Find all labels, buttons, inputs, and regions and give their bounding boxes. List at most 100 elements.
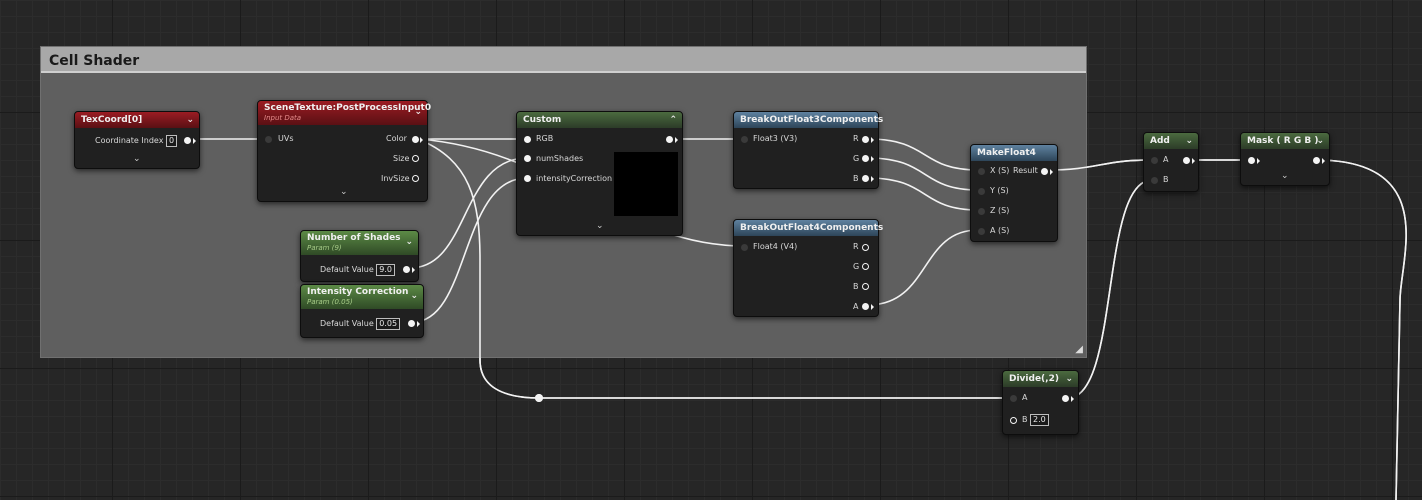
x-pin[interactable]	[978, 168, 985, 175]
y-pin[interactable]	[978, 188, 985, 195]
node-title: SceneTexture:PostProcessInput0	[264, 103, 432, 113]
output-pin[interactable]	[1062, 395, 1069, 402]
b-row: B 2.0	[1022, 414, 1049, 426]
node-add-header: Add ⌄	[1144, 133, 1198, 149]
a-pin[interactable]	[978, 228, 985, 235]
node-title: Add	[1150, 136, 1170, 146]
intensity-pin[interactable]	[524, 175, 531, 182]
r-label: R	[853, 242, 859, 251]
node-title: BreakOutFloat4Components	[740, 223, 884, 233]
pin-arrow-icon	[420, 137, 423, 143]
node-add[interactable]: Add ⌄ A B	[1143, 132, 1199, 192]
uvs-label: UVs	[278, 134, 294, 143]
comment-title[interactable]: Cell Shader	[41, 47, 1086, 73]
float3-pin[interactable]	[741, 136, 748, 143]
default-value-row: Default Value 9.0	[320, 264, 396, 276]
b-pin[interactable]	[1151, 177, 1158, 184]
chevron-up-icon[interactable]: ⌃	[669, 112, 677, 129]
color-pin[interactable]	[412, 136, 419, 143]
numshades-pin[interactable]	[524, 155, 531, 162]
node-make-float4[interactable]: MakeFloat4 X (S) Result Y (S) Z (S) A (S…	[970, 144, 1058, 242]
node-mask[interactable]: Mask ( R G B ) ⌄ ⌄	[1240, 132, 1330, 186]
g-label: G	[853, 262, 860, 271]
pin-arrow-icon	[871, 156, 874, 162]
uvs-pin[interactable]	[265, 136, 272, 143]
preview-thumbnail	[614, 152, 678, 216]
r-label: R	[853, 134, 859, 143]
g-pin[interactable]	[862, 263, 869, 270]
output-pin[interactable]	[408, 320, 415, 327]
b-label: B	[853, 174, 859, 183]
node-title: BreakOutFloat3Components	[740, 115, 884, 125]
coord-index-field[interactable]: 0	[165, 135, 178, 147]
chevron-down-icon[interactable]: ⌄	[410, 289, 418, 303]
default-value-row: Default Value 0.05	[320, 318, 401, 330]
pin-arrow-icon	[412, 267, 415, 273]
b-label: B	[1022, 415, 1028, 424]
r-pin[interactable]	[862, 136, 869, 143]
node-scene-texture[interactable]: SceneTexture:PostProcessInput0 Input Dat…	[257, 100, 432, 202]
z-label: Z (S)	[990, 206, 1010, 215]
pin-arrow-icon	[1050, 169, 1053, 175]
chevron-down-icon[interactable]: ⌄	[186, 112, 194, 129]
result-label: Result	[1013, 166, 1038, 175]
output-pin[interactable]	[184, 137, 191, 144]
chevron-down-icon[interactable]: ⌄	[340, 187, 348, 197]
output-pin[interactable]	[1183, 157, 1190, 164]
chevron-down-icon[interactable]: ⌄	[1065, 371, 1073, 388]
node-intensity-correction[interactable]: Intensity Correction Param (0.05) ⌄ Defa…	[300, 284, 424, 338]
chevron-down-icon[interactable]: ⌄	[596, 221, 604, 231]
g-pin[interactable]	[862, 155, 869, 162]
output-pin[interactable]	[403, 266, 410, 273]
a-pin[interactable]	[1010, 395, 1017, 402]
a-pin[interactable]	[862, 303, 869, 310]
input-pin[interactable]	[1248, 157, 1255, 164]
numshades-label: numShades	[536, 154, 584, 163]
b-pin[interactable]	[862, 283, 869, 290]
node-title: Mask ( R G B )	[1247, 136, 1319, 146]
chevron-down-icon[interactable]: ⌄	[1316, 133, 1324, 150]
float4-label: Float4 (V4)	[753, 242, 798, 251]
b-pin[interactable]	[862, 175, 869, 182]
chevron-down-icon[interactable]: ⌄	[1185, 133, 1193, 150]
g-label: G	[853, 154, 860, 163]
chevron-down-icon[interactable]: ⌄	[133, 154, 141, 164]
chevron-down-icon[interactable]: ⌄	[405, 235, 413, 249]
pin-arrow-icon	[1071, 396, 1074, 402]
pin-arrow-icon	[193, 138, 196, 144]
color-label: Color	[386, 134, 407, 143]
chevron-down-icon[interactable]: ⌄	[1281, 171, 1289, 181]
coord-index-label: Coordinate Index	[95, 136, 164, 145]
z-pin[interactable]	[978, 208, 985, 215]
node-custom[interactable]: Custom ⌃ RGB numShades intensityCorrecti…	[516, 111, 683, 236]
wire-mask-output	[1315, 159, 1407, 500]
node-texcoord[interactable]: TexCoord[0] ⌄ Coordinate Index 0 ⌄	[74, 111, 200, 169]
node-breakout-float4[interactable]: BreakOutFloat4Components Float4 (V4) R G…	[733, 219, 883, 317]
node-breakout-float3[interactable]: BreakOutFloat3Components Float3 (V3) R G…	[733, 111, 883, 189]
node-title: Divide(,2)	[1009, 374, 1059, 384]
node-number-of-shades-header: Number of Shades Param (9) ⌄	[301, 231, 418, 255]
pin-arrow-icon	[871, 176, 874, 182]
float4-pin[interactable]	[741, 244, 748, 251]
result-pin[interactable]	[1041, 168, 1048, 175]
node-divide[interactable]: Divide(,2) ⌄ A B 2.0	[1002, 370, 1079, 435]
b-pin[interactable]	[1010, 417, 1017, 424]
resize-grip-icon[interactable]: ◢	[1075, 344, 1083, 355]
a-pin[interactable]	[1151, 157, 1158, 164]
size-pin[interactable]	[412, 155, 419, 162]
b-value-field[interactable]: 2.0	[1030, 414, 1049, 426]
pin-arrow-icon	[871, 304, 874, 310]
rgb-pin[interactable]	[524, 136, 531, 143]
default-value-field[interactable]: 0.05	[376, 318, 401, 330]
node-number-of-shades[interactable]: Number of Shades Param (9) ⌄ Default Val…	[300, 230, 419, 282]
pin-arrow-icon	[675, 137, 678, 143]
output-pin[interactable]	[666, 136, 673, 143]
a-label: A	[853, 302, 859, 311]
default-value-field[interactable]: 9.0	[376, 264, 396, 276]
output-pin[interactable]	[1313, 157, 1320, 164]
r-pin[interactable]	[862, 244, 869, 251]
b-label: B	[1163, 175, 1169, 184]
chevron-down-icon[interactable]: ⌄	[414, 105, 422, 119]
invsize-pin[interactable]	[412, 175, 419, 182]
node-subtitle: Param (0.05)	[307, 298, 353, 306]
